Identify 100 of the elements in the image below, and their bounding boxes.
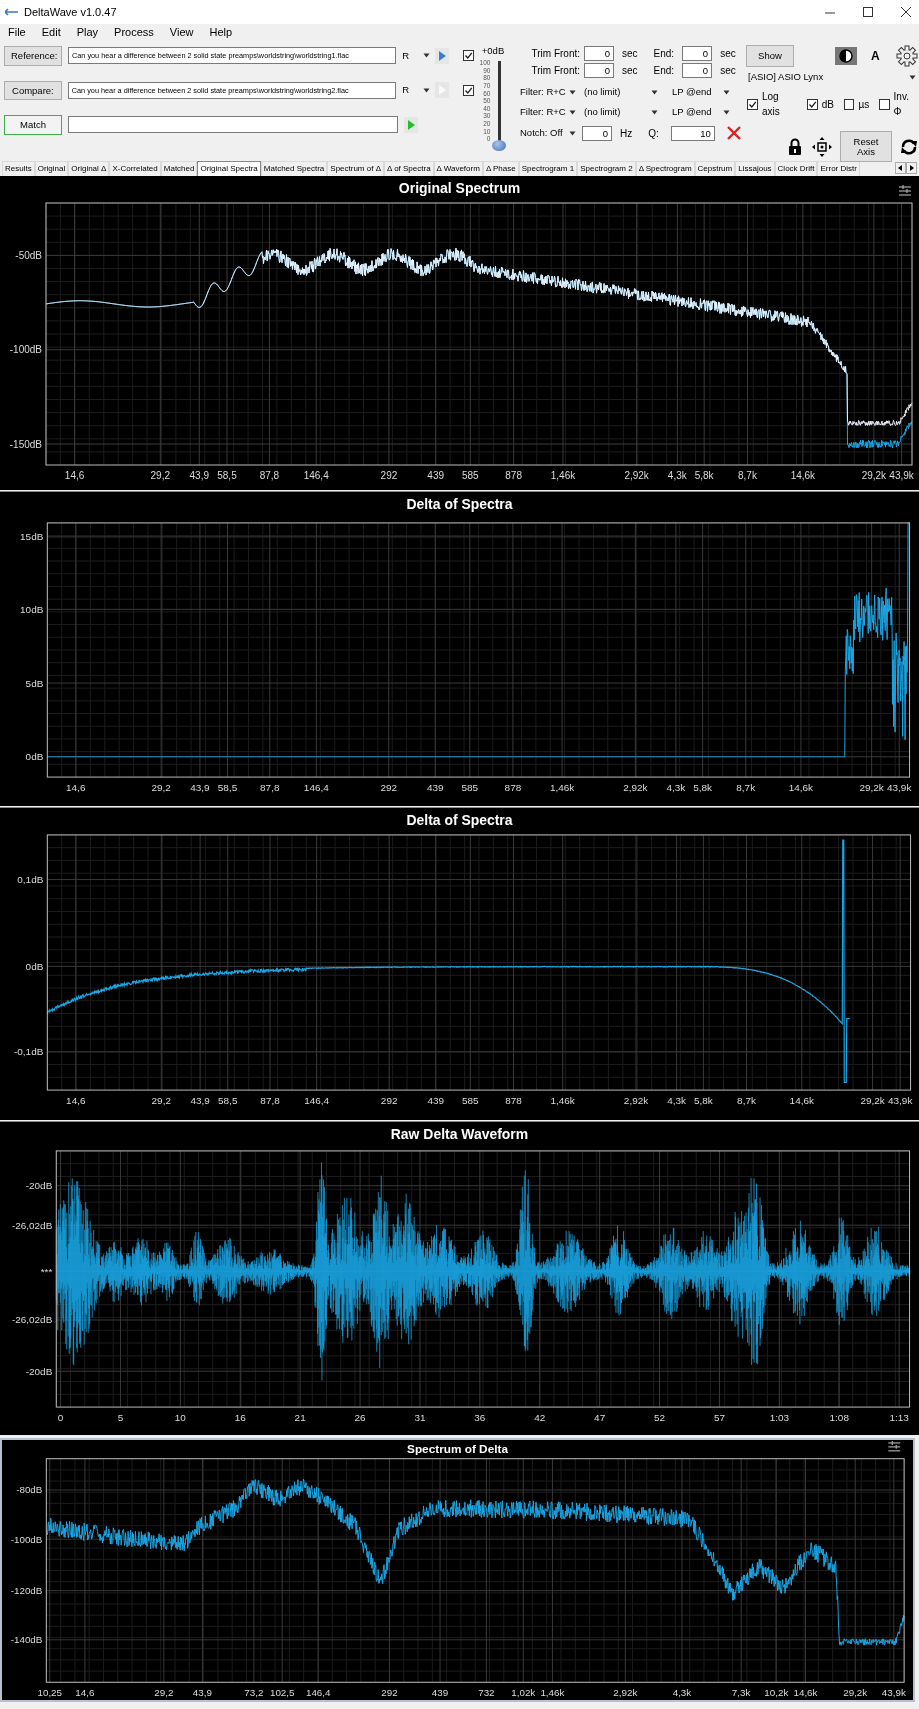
checkbox[interactable] bbox=[844, 98, 855, 110]
tab[interactable]: Clock Drift bbox=[774, 161, 818, 176]
tab[interactable]: Δ Phase bbox=[482, 161, 519, 176]
refresh-icon[interactable] bbox=[900, 137, 918, 156]
chart-settings-icon[interactable] bbox=[887, 1440, 901, 1452]
y-tick-label: -26,02dB bbox=[11, 1219, 53, 1231]
menu-item[interactable]: File bbox=[8, 23, 26, 41]
lock-icon[interactable] bbox=[788, 138, 802, 155]
tab[interactable]: Matched Spectra bbox=[260, 161, 328, 176]
tab[interactable]: Δ Waveform bbox=[433, 161, 483, 176]
y-tick-label: -140dB bbox=[10, 1634, 43, 1646]
x-tick-label: 14,6 bbox=[64, 470, 85, 481]
trim-front-field[interactable]: 0 bbox=[584, 45, 614, 61]
x-tick-label: 146,4 bbox=[305, 1687, 331, 1699]
y-tick-label: 5dB bbox=[25, 677, 44, 689]
volume-slider[interactable] bbox=[492, 59, 507, 152]
checkbox[interactable] bbox=[806, 98, 818, 110]
x-tick-label: 292 bbox=[380, 470, 398, 481]
y-tick-label: -20dB bbox=[25, 1365, 53, 1377]
y-tick-label: -120dB bbox=[10, 1585, 43, 1597]
caret-icon bbox=[569, 130, 576, 136]
menu-item[interactable]: Process bbox=[114, 23, 154, 41]
x-tick-label: 1:08 bbox=[829, 1412, 849, 1424]
play-button[interactable] bbox=[435, 47, 449, 64]
checkbox[interactable] bbox=[463, 84, 474, 96]
x-tick-label: 4,3k bbox=[667, 470, 687, 481]
move-icon[interactable] bbox=[812, 136, 832, 157]
x-tick-label: 43,9k bbox=[887, 782, 912, 794]
chart-title: Spectrum of Delta bbox=[407, 1441, 508, 1456]
option-label: µs bbox=[858, 97, 870, 112]
x-tick-label: 439 bbox=[427, 782, 444, 794]
clear-icon[interactable] bbox=[726, 126, 741, 140]
caret-icon bbox=[569, 89, 576, 95]
file-button[interactable]: Reference: bbox=[4, 46, 62, 66]
tab[interactable]: Cepstrum bbox=[694, 161, 736, 176]
x-tick-label: 439 bbox=[431, 1687, 449, 1699]
y-tick-label: -0,1dB bbox=[14, 1046, 44, 1058]
menu-item[interactable]: Edit bbox=[41, 23, 61, 41]
settings-icon[interactable] bbox=[896, 45, 918, 67]
tab[interactable]: Lissajous bbox=[735, 161, 775, 176]
x-tick-label: 585 bbox=[462, 1095, 479, 1107]
file-button[interactable]: Compare: bbox=[4, 80, 62, 100]
x-tick-label: 58,5 bbox=[217, 782, 238, 794]
end-label: End: bbox=[653, 46, 675, 61]
x-tick-label: 146,4 bbox=[303, 782, 329, 794]
menu-item[interactable]: Play bbox=[76, 23, 99, 41]
y-tick-label: -150dB bbox=[9, 438, 42, 450]
x-tick-label: 7,3k bbox=[731, 1687, 751, 1699]
tab[interactable]: Original Spectra bbox=[197, 161, 261, 176]
option-label: dB bbox=[821, 97, 834, 112]
x-tick-label: 5,8k bbox=[694, 470, 714, 481]
tab[interactable]: Spectrogram 2 bbox=[577, 161, 636, 176]
tab[interactable]: X-Correlated bbox=[109, 161, 161, 176]
y-tick-label: 0dB bbox=[25, 751, 44, 763]
checkbox[interactable] bbox=[747, 98, 758, 110]
notch-frequency-field[interactable]: 0 bbox=[582, 125, 612, 141]
tab[interactable]: Spectrogram 1 bbox=[518, 161, 578, 176]
slider-thumb[interactable] bbox=[492, 140, 507, 152]
tab-scroll-arrows[interactable] bbox=[895, 162, 917, 174]
trim-end-field[interactable]: 0 bbox=[682, 62, 713, 78]
y-tick-label: 0dB bbox=[25, 960, 44, 972]
match-button[interactable]: Match bbox=[4, 115, 62, 135]
caret-icon bbox=[651, 89, 658, 95]
volume-label: +0dB bbox=[481, 44, 505, 58]
tab[interactable]: Original Δ bbox=[68, 161, 110, 176]
x-tick-label: 1,02k bbox=[511, 1687, 536, 1699]
x-tick-label: 5 bbox=[117, 1412, 124, 1424]
x-tick-label: 1,46k bbox=[550, 1095, 575, 1107]
tab[interactable]: Spectrum of Δ bbox=[327, 161, 384, 176]
tab[interactable]: Original bbox=[34, 161, 69, 176]
x-tick-label: 14,6k bbox=[790, 470, 816, 481]
x-tick-label: 36 bbox=[474, 1412, 486, 1424]
chart-settings-icon[interactable] bbox=[898, 184, 912, 196]
checkbox[interactable] bbox=[463, 50, 474, 62]
x-tick-label: 8,7k bbox=[737, 1095, 756, 1107]
x-tick-label: 29,2k bbox=[860, 1095, 885, 1107]
contrast-icon[interactable] bbox=[835, 47, 857, 65]
trim-front-field[interactable]: 0 bbox=[584, 62, 614, 78]
y-tick-label: *** bbox=[40, 1265, 53, 1277]
x-tick-label: 4,3k bbox=[672, 1687, 692, 1699]
tab[interactable]: Δ of Spectra bbox=[384, 161, 434, 176]
font-button[interactable]: A bbox=[871, 47, 880, 65]
x-tick-label: 31 bbox=[414, 1412, 426, 1424]
x-tick-label: 878 bbox=[505, 470, 522, 481]
reset-axis-button[interactable]: Reset Axis bbox=[840, 131, 892, 162]
unit-label: sec bbox=[720, 46, 736, 61]
x-tick-label: 2,92k bbox=[613, 1687, 638, 1699]
y-tick-label: 10dB bbox=[20, 603, 44, 615]
tab[interactable]: Matched bbox=[160, 161, 198, 176]
trim-label: Trim Front: bbox=[530, 63, 580, 78]
menu-item[interactable]: View bbox=[169, 23, 194, 41]
tab[interactable]: Results bbox=[2, 161, 35, 176]
trim-end-field[interactable]: 0 bbox=[682, 45, 713, 61]
show-button[interactable]: Show bbox=[746, 45, 794, 67]
checkbox[interactable] bbox=[879, 98, 890, 110]
menu-item[interactable]: Help bbox=[209, 23, 233, 41]
tab[interactable]: Error Distr bbox=[817, 161, 860, 176]
tab[interactable]: Δ Spectrogram bbox=[635, 161, 695, 176]
x-tick-label: 146,4 bbox=[304, 1095, 330, 1107]
q-field[interactable]: 10 bbox=[670, 125, 715, 141]
